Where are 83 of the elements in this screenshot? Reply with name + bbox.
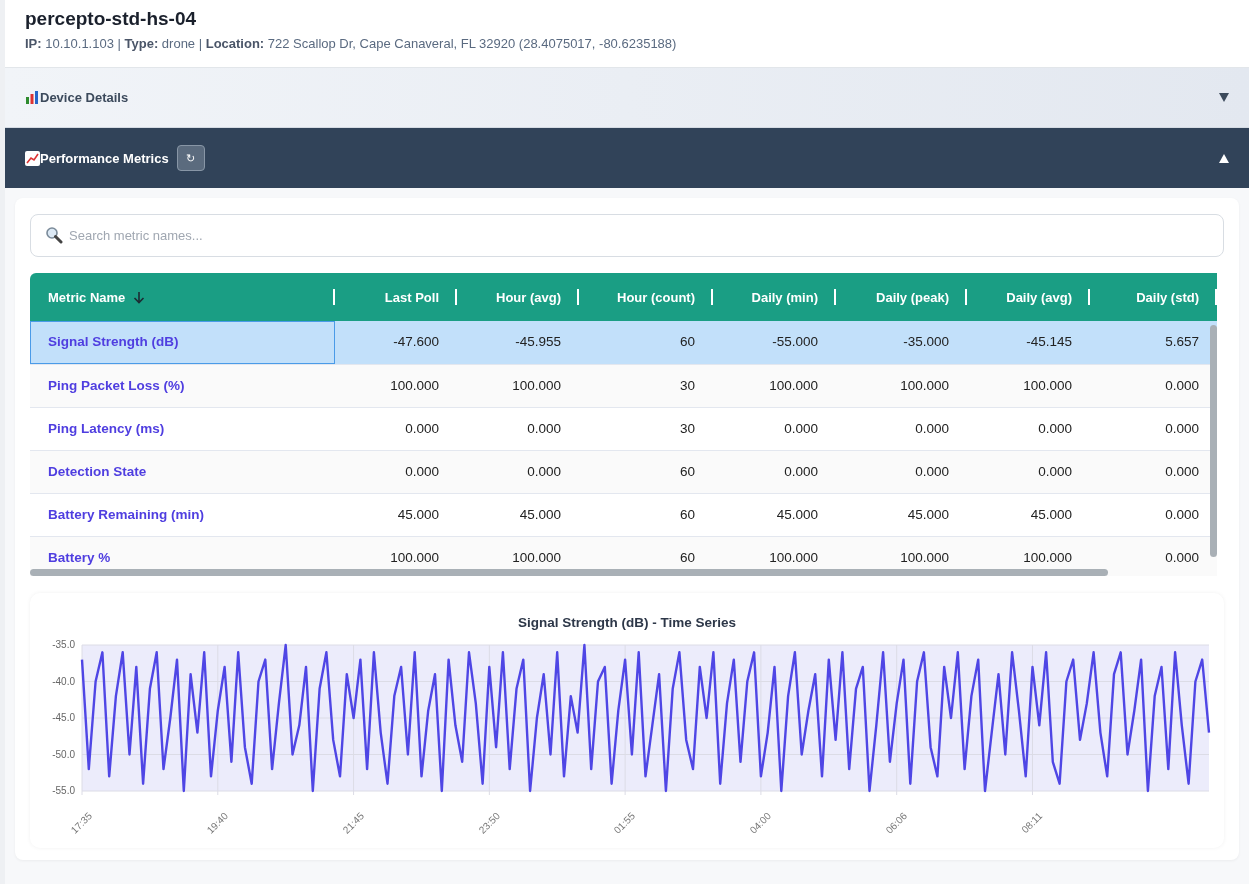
table-cell: 0.000 (1038, 420, 1072, 436)
scrollbar[interactable] (30, 569, 1108, 577)
chart-title: Signal Strength (dB) - Time Series (516, 614, 737, 633)
table-cell: 0.000 (1165, 420, 1199, 436)
axis-label: -35.0 (51, 640, 75, 651)
expand-caret-icon[interactable] (1219, 93, 1229, 103)
column-header[interactable]: Daily (avg) (967, 273, 1090, 322)
table-cell: 100.000 (900, 549, 949, 565)
table-row[interactable]: Ping Packet Loss (%) 100.000 100.000 30 100.000 100.000 100.000 0.000 (30, 364, 1217, 408)
table-cell: 100.000 (390, 549, 439, 565)
table-cell: 0.000 (1038, 463, 1072, 479)
column-header[interactable]: Daily (min) (713, 273, 836, 322)
table-cell: 100.000 (512, 549, 561, 565)
search-field[interactable]: Search metric names... (30, 214, 1224, 258)
table-cell: 45.000 (519, 506, 561, 522)
table-cell: 5.657 (1165, 334, 1199, 350)
table-cell: 0.000 (915, 463, 949, 479)
metric-link[interactable]: Signal Strength (dB) (48, 334, 179, 350)
table-cell: 60 (679, 334, 695, 350)
section-header[interactable]: Performance Metrics ↻ (5, 128, 1249, 189)
bar-chart-icon (25, 90, 40, 106)
device-title: percepto-std-hs-04 (25, 8, 198, 31)
table-cell: 30 (679, 377, 695, 393)
axis-label: -55.0 (51, 786, 75, 797)
table-cell: 0.000 (784, 463, 818, 479)
table-cell: 0.000 (1165, 549, 1199, 565)
table-cell: -45.955 (515, 334, 561, 350)
device-info: IP: 10.10.1.103 | Type: drone | Location: 722 Scallop Dr, Cape Canaveral, FL 32920 (28.4075017, -80.6235188) (25, 34, 678, 53)
section-title: Performance Metrics (40, 149, 169, 168)
metric-link[interactable]: Battery Remaining (min) (48, 506, 205, 522)
table-cell: -47.600 (393, 334, 439, 350)
metric-link[interactable]: Ping Latency (ms) (48, 420, 165, 436)
section-header[interactable]: Device Details (5, 68, 1249, 129)
column-header[interactable]: Hour (count) (579, 273, 713, 322)
table-cell: 0.000 (784, 420, 818, 436)
table-cell: 45.000 (907, 506, 949, 522)
table-cell: 0.000 (1165, 506, 1199, 522)
section-title: Device Details (40, 89, 129, 108)
column-header[interactable]: Daily (std) (1090, 273, 1217, 322)
table-cell: 60 (679, 463, 695, 479)
line-chart-icon (25, 150, 40, 166)
table-cell: 0.000 (1165, 463, 1199, 479)
table-cell: 100.000 (512, 377, 561, 393)
column-header[interactable]: Last Poll (335, 273, 457, 322)
table-cell: 0.000 (915, 420, 949, 436)
table-cell: 100.000 (769, 549, 818, 565)
table-cell: 60 (679, 506, 695, 522)
column-header[interactable]: Metric Name (30, 273, 335, 322)
metric-link[interactable]: Ping Packet Loss (%) (48, 377, 185, 393)
axis-label: -50.0 (51, 749, 75, 760)
axis-label: -45.0 (51, 713, 75, 724)
table-cell: 0.000 (405, 463, 439, 479)
table-cell: -35.000 (903, 334, 949, 350)
collapse-caret-icon[interactable] (1219, 153, 1229, 163)
table-cell: 0.000 (527, 463, 561, 479)
table-row[interactable]: Battery Remaining (min) 45.000 45.000 60 45.000 45.000 45.000 0.000 (30, 493, 1217, 537)
table-cell: 0.000 (405, 420, 439, 436)
metric-link[interactable]: Detection State (48, 463, 147, 479)
axis-label: -40.0 (51, 676, 75, 687)
table-cell: 100.000 (769, 377, 818, 393)
table-cell: 100.000 (900, 377, 949, 393)
column-header[interactable]: Daily (peak) (836, 273, 967, 322)
table-cell: 60 (679, 549, 695, 565)
table-cell: 45.000 (397, 506, 439, 522)
metric-link[interactable]: Battery % (48, 549, 111, 565)
table-row[interactable]: Signal Strength (dB) -47.600 -45.955 60 -55.000 -35.000 -45.145 5.657 (30, 321, 1217, 365)
table-cell: 0.000 (527, 420, 561, 436)
scrollbar[interactable] (1210, 325, 1217, 558)
table-cell: 45.000 (776, 506, 818, 522)
search-icon (45, 226, 63, 245)
sort-arrow-icon[interactable] (133, 290, 146, 304)
table-cell: 100.000 (390, 377, 439, 393)
table-cell: -55.000 (772, 334, 818, 350)
table-cell: -45.145 (1026, 334, 1072, 350)
table-cell: 100.000 (1023, 549, 1072, 565)
table-cell: 45.000 (1030, 506, 1072, 522)
table-row[interactable]: Ping Latency (ms) 0.000 0.000 30 0.000 0.000 0.000 0.000 (30, 407, 1217, 451)
table-cell: 30 (679, 420, 695, 436)
column-header[interactable]: Hour (avg) (457, 273, 579, 322)
table-cell: 0.000 (1165, 377, 1199, 393)
table-row[interactable]: Detection State 0.000 0.000 60 0.000 0.000 0.000 0.000 (30, 450, 1217, 494)
refresh-button[interactable]: ↻ (176, 145, 205, 172)
table-cell: 100.000 (1023, 377, 1072, 393)
